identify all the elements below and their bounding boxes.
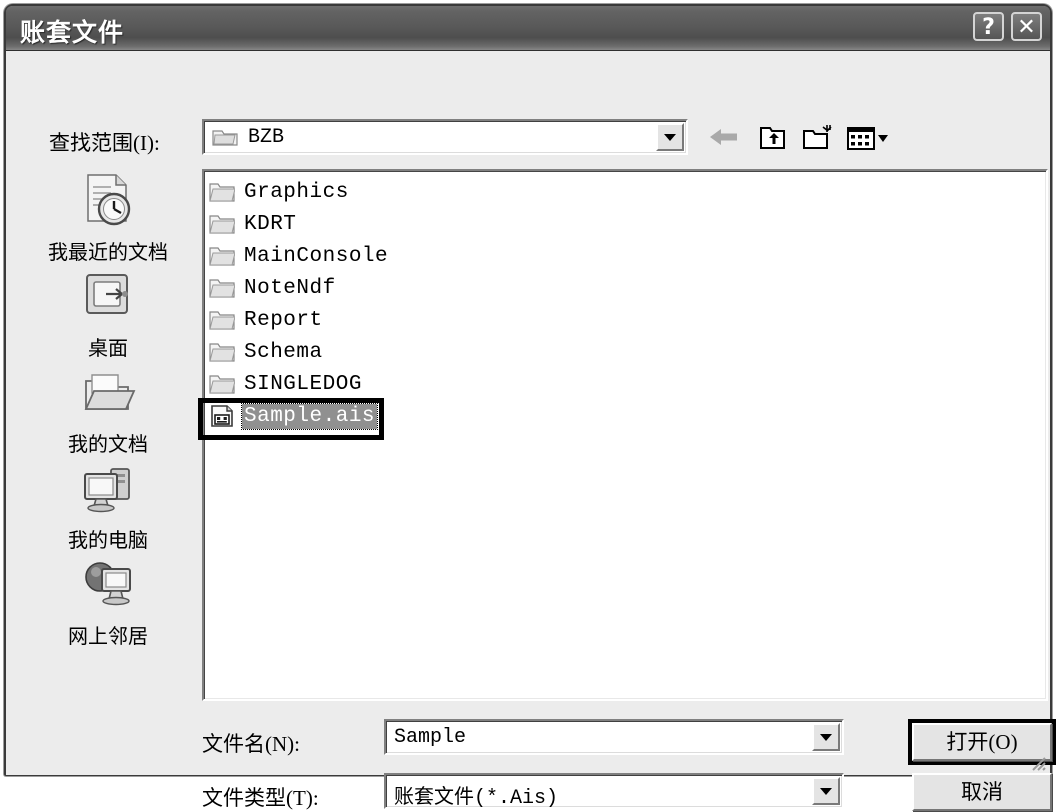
list-item[interactable]: NoteNdf xyxy=(209,272,390,304)
file-name-label: KDRT xyxy=(244,212,297,236)
my-documents-icon xyxy=(84,374,136,410)
list-item[interactable]: Graphics xyxy=(209,176,390,208)
file-name-label: NoteNdf xyxy=(244,276,336,300)
views-menu-icon xyxy=(847,127,888,150)
places-bar: 我最近的文档 桌面 我的文档 我的电脑 网上邻居 xyxy=(32,169,184,651)
list-item-selected[interactable]: Sample.ais xyxy=(209,400,390,432)
dialog-body: 查找范围(I): BZB 我最近的文档 桌面 我的文档 我的电脑 网上邻居 Gr… xyxy=(6,51,1056,811)
place-item-my-computer[interactable]: 我的电脑 xyxy=(32,457,184,553)
place-item-my-documents[interactable]: 我的文档 xyxy=(32,361,184,457)
up-one-level-button[interactable] xyxy=(753,119,791,155)
question-mark-icon: ? xyxy=(982,15,995,40)
place-label: 我的文档 xyxy=(68,432,148,456)
views-button[interactable] xyxy=(842,119,894,155)
file-name-label-text: 文件名(N): xyxy=(202,732,300,756)
file-name-label: SINGLEDOG xyxy=(244,372,362,396)
list-item[interactable]: KDRT xyxy=(209,208,390,240)
desktop-icon xyxy=(86,274,128,314)
folder-icon xyxy=(209,279,235,298)
back-arrow-icon xyxy=(710,129,737,145)
folder-icon xyxy=(209,343,235,362)
file-type-combobox[interactable]: 账套文件(*.Ais) xyxy=(384,773,844,810)
network-places-icon xyxy=(85,562,131,606)
list-item[interactable]: Report xyxy=(209,304,390,336)
list-item[interactable]: SINGLEDOG xyxy=(209,368,390,400)
file-name-label: Graphics xyxy=(244,180,349,204)
file-name-label: MainConsole xyxy=(244,244,389,268)
file-name-label: Schema xyxy=(244,340,323,364)
new-folder-icon xyxy=(803,125,832,149)
folder-icon xyxy=(212,130,238,146)
look-in-combobox[interactable]: BZB xyxy=(202,119,688,155)
look-in-label: 查找范围(I): xyxy=(49,131,160,155)
help-button[interactable]: ? xyxy=(973,12,1004,41)
file-name-label: Sample.ais xyxy=(240,402,379,430)
new-folder-button[interactable] xyxy=(798,119,836,155)
place-item-recent-documents[interactable]: 我最近的文档 xyxy=(32,169,184,265)
place-label: 桌面 xyxy=(88,336,128,360)
recent-documents-icon xyxy=(87,174,131,226)
file-list-view[interactable]: Graphics KDRT MainConsole NoteNdf Report… xyxy=(202,169,1048,701)
folder-icon xyxy=(209,247,235,266)
file-name-label: Report xyxy=(244,308,323,332)
look-in-dropdown-button[interactable] xyxy=(656,123,684,151)
chevron-down-icon xyxy=(820,734,832,741)
file-type-label-text: 文件类型(T): xyxy=(202,786,319,810)
folder-icon xyxy=(209,375,235,394)
chevron-down-icon xyxy=(820,788,832,795)
window-title: 账套文件 xyxy=(20,18,125,47)
place-label: 网上邻居 xyxy=(68,624,148,648)
folder-icon xyxy=(209,215,235,234)
cancel-button[interactable]: 取消 xyxy=(912,773,1052,811)
place-item-desktop[interactable]: 桌面 xyxy=(32,265,184,361)
resize-grip-icon[interactable] xyxy=(1027,752,1047,772)
title-bar: 账套文件 ? ✕ xyxy=(6,6,1050,51)
up-one-level-icon xyxy=(760,127,785,149)
file-type-value: 账套文件(*.Ais) xyxy=(394,787,559,810)
file-open-dialog: 账套文件 ? ✕ 查找范围(I): BZB 我最近的文档 桌面 我的文档 我的电… xyxy=(4,4,1056,811)
look-in-value: BZB xyxy=(248,126,285,149)
close-icon: ✕ xyxy=(1017,15,1036,40)
file-list-items: Graphics KDRT MainConsole NoteNdf Report… xyxy=(209,176,390,432)
my-computer-icon xyxy=(84,468,130,513)
place-label: 我最近的文档 xyxy=(48,240,168,264)
list-item[interactable]: MainConsole xyxy=(209,240,390,272)
back-button[interactable] xyxy=(706,119,744,155)
folder-icon xyxy=(209,311,235,330)
file-type-dropdown-button[interactable] xyxy=(812,777,840,805)
place-item-network-places[interactable]: 网上邻居 xyxy=(32,553,184,649)
file-name-combobox[interactable]: Sample xyxy=(384,719,844,755)
list-item[interactable]: Schema xyxy=(209,336,390,368)
folder-icon xyxy=(209,183,235,202)
chevron-down-icon xyxy=(664,134,676,141)
file-name-value: Sample xyxy=(394,726,467,749)
close-button[interactable]: ✕ xyxy=(1011,12,1042,41)
ais-file-icon xyxy=(211,405,233,427)
file-name-dropdown-button[interactable] xyxy=(812,723,840,751)
place-label: 我的电脑 xyxy=(68,528,148,552)
